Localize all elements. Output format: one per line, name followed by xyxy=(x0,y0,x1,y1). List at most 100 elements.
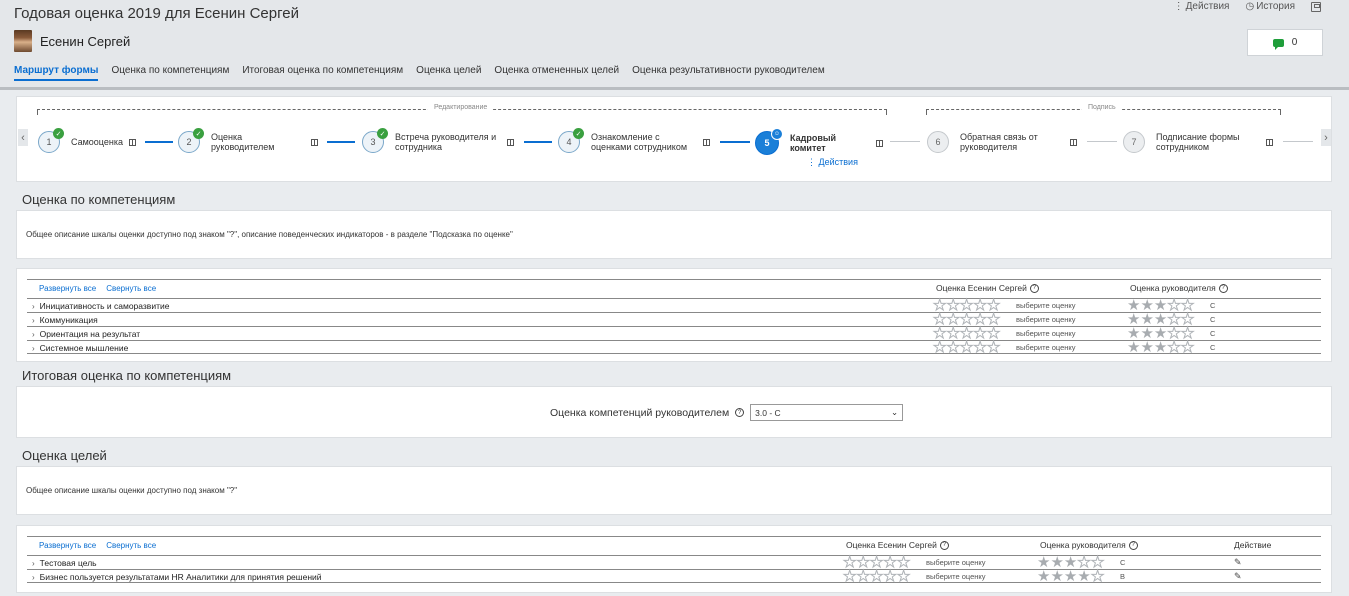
summary-rating-row: Оценка компетенций руководителем ? 3.0 -… xyxy=(550,404,904,421)
section-title-competencies: Оценка по компетенциям xyxy=(22,192,176,207)
row-toggle[interactable]: › Бизнес пользуется результатами HR Анали… xyxy=(32,572,322,582)
collapse-all-link[interactable]: Свернуть все xyxy=(106,541,156,550)
more-vertical-icon: ⋮ xyxy=(1173,1,1184,12)
table-row: › Тестовая цель ★ ★ ★ ★ ★ выберите оценку ★ ★ ★… xyxy=(27,555,1321,571)
expand-all-link[interactable]: Развернуть все xyxy=(39,541,96,550)
process-step-6[interactable]: 6 Обратная связь от руководителя xyxy=(927,131,1077,153)
column-header-manager: Оценка руководителя? xyxy=(1130,283,1228,293)
step-number: 6 xyxy=(927,131,949,153)
process-step-4[interactable]: 4 ✓ Ознакомление с оценками сотрудником xyxy=(558,128,710,153)
row-toggle[interactable]: › Инициативность и саморазвитие xyxy=(32,301,169,311)
history-button[interactable]: ◷ История xyxy=(1245,1,1295,12)
more-vertical-icon: ⋮ xyxy=(807,157,819,167)
chevron-right-icon: › xyxy=(32,301,35,311)
document-icon[interactable] xyxy=(129,138,136,146)
tab-form-route[interactable]: Маршрут формы xyxy=(14,65,99,81)
column-header-action: Действие xyxy=(1234,540,1272,550)
table-row: › Системное мышление ★ ★ ★ ★ ★ выберите оценк… xyxy=(27,340,1321,356)
committee-icon: ☺ xyxy=(771,128,783,140)
table-row: › Коммуникация ★ ★ ★ ★ ★ выберите оценку ★ ★ ★ ★… xyxy=(27,312,1321,328)
document-icon[interactable] xyxy=(507,138,514,146)
tab-competencies-summary[interactable]: Итоговая оценка по компетенциям xyxy=(242,65,403,81)
table-row: › Ориентация на результат ★ ★ ★ ★ ★ выберите … xyxy=(27,326,1321,342)
section-title-goals: Оценка целей xyxy=(22,448,107,463)
scroll-left-button[interactable]: ‹ xyxy=(18,129,28,146)
manager-rating-stars: ★ ★ ★ ★ ★ xyxy=(1037,568,1105,585)
competencies-table-panel: Развернуть все Свернуть все Оценка Есени… xyxy=(16,268,1332,362)
document-icon[interactable] xyxy=(876,139,883,147)
tab-cancelled-goals[interactable]: Оценка отмененных целей xyxy=(494,65,619,81)
self-rating-label: выберите оценку xyxy=(926,572,986,581)
edit-pencil-icon[interactable]: ✎ xyxy=(1234,571,1244,581)
chevron-right-icon: › xyxy=(32,343,35,353)
table-row: › Инициативность и саморазвитие ★ ★ ★ ★ ★ выб… xyxy=(27,298,1321,314)
self-rating-label: выберите оценку xyxy=(1016,343,1076,352)
expand-links: Развернуть все Свернуть все xyxy=(39,284,156,293)
edit-pencil-icon[interactable]: ✎ xyxy=(1234,557,1244,567)
help-icon[interactable]: ? xyxy=(1029,283,1039,293)
goals-table-panel: Развернуть все Свернуть все Оценка Есени… xyxy=(16,525,1332,593)
manager-rating-label: B xyxy=(1120,572,1126,581)
table-row: › Бизнес пользуется результатами HR Анали… xyxy=(27,568,1321,585)
group-bracket-signing: Подпись xyxy=(926,104,1281,115)
document-icon[interactable] xyxy=(311,138,318,146)
process-step-5[interactable]: 5 ☺ Кадровый комитет xyxy=(755,128,883,155)
summary-rating-select[interactable]: 3.0 - C ⌄ xyxy=(750,404,904,421)
expand-all-link[interactable]: Развернуть все xyxy=(39,284,96,293)
document-icon[interactable] xyxy=(1266,138,1273,146)
expand-links: Развернуть все Свернуть все xyxy=(39,541,156,550)
help-icon[interactable]: ? xyxy=(735,408,745,417)
competencies-info-text: Общее описание шкалы оценки доступно под… xyxy=(26,230,513,239)
step-number: 7 xyxy=(1123,131,1145,153)
step-label: Оценка руководителем xyxy=(211,132,275,152)
process-step-7[interactable]: 7 Подписание формы сотрудником xyxy=(1123,131,1273,153)
comments-button[interactable]: 0 xyxy=(1247,29,1323,56)
collapse-all-link[interactable]: Свернуть все xyxy=(106,284,156,293)
self-rating-label: выберите оценку xyxy=(1016,301,1076,310)
column-header-self: Оценка Есенин Сергей? xyxy=(846,540,949,550)
help-icon[interactable]: ? xyxy=(1128,540,1138,550)
tab-competencies[interactable]: Оценка по компетенциям xyxy=(111,65,229,81)
step-actions-link[interactable]: ⋮ Действия xyxy=(807,157,858,168)
row-toggle[interactable]: › Тестовая цель xyxy=(32,558,97,568)
chevron-right-icon: › xyxy=(32,315,35,325)
step-number: 2 ✓ xyxy=(178,128,204,153)
step-connector xyxy=(145,141,173,143)
row-toggle[interactable]: › Системное мышление xyxy=(32,343,128,353)
scroll-right-button[interactable]: › xyxy=(1321,129,1331,146)
self-rating-stars[interactable]: ★ ★ ★ ★ ★ xyxy=(932,340,1000,356)
group-label-signing: Подпись xyxy=(1082,104,1122,111)
group-label-editing: Редактирование xyxy=(428,104,494,111)
help-icon[interactable]: ? xyxy=(1218,283,1228,293)
step-connector xyxy=(524,141,552,143)
step-connector xyxy=(1283,141,1313,142)
step-label: Подписание формы сотрудником xyxy=(1156,132,1240,152)
chevron-left-icon: ‹ xyxy=(21,131,25,144)
avatar[interactable] xyxy=(14,30,32,52)
competencies-info-panel: Общее описание шкалы оценки доступно под… xyxy=(16,210,1332,259)
chevron-right-icon: › xyxy=(32,558,35,568)
save-icon xyxy=(1311,1,1321,12)
clock-icon: ◷ xyxy=(1245,1,1255,12)
row-toggle[interactable]: › Коммуникация xyxy=(32,315,98,325)
process-strip: Редактирование Подпись ‹ › 1 ✓ Самооценка… xyxy=(16,96,1332,182)
step-number: 4 ✓ xyxy=(558,128,584,153)
save-button[interactable] xyxy=(1311,1,1321,12)
step-label: Ознакомление с оценками сотрудником xyxy=(591,132,688,152)
help-icon[interactable]: ? xyxy=(939,540,949,550)
process-step-3[interactable]: 3 ✓ Встреча руководителя и сотрудника xyxy=(362,128,514,153)
process-step-2[interactable]: 2 ✓ Оценка руководителем xyxy=(178,128,318,153)
tab-manager-performance[interactable]: Оценка результативности руководителем xyxy=(632,65,825,81)
row-toggle[interactable]: › Ориентация на результат xyxy=(32,329,140,339)
chevron-down-icon: ⌄ xyxy=(891,407,899,417)
goals-info-panel: Общее описание шкалы оценки доступно под… xyxy=(16,466,1332,515)
document-icon[interactable] xyxy=(703,138,710,146)
manager-rating-label: C xyxy=(1210,301,1216,310)
tab-goals[interactable]: Оценка целей xyxy=(416,65,481,81)
document-icon[interactable] xyxy=(1070,138,1077,146)
actions-menu-button[interactable]: ⋮ Действия xyxy=(1174,1,1230,12)
process-step-1[interactable]: 1 ✓ Самооценка xyxy=(38,128,136,153)
column-header-manager: Оценка руководителя? xyxy=(1040,540,1138,550)
section-title-summary: Итоговая оценка по компетенциям xyxy=(22,368,232,383)
self-rating-stars[interactable]: ★ ★ ★ ★ ★ xyxy=(842,569,910,585)
